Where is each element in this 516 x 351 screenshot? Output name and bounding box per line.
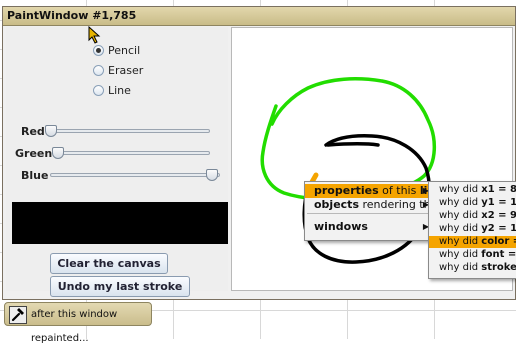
submenu-item-prefix: why did xyxy=(439,223,482,234)
menu-item-properties[interactable]: properties of this line ▶ xyxy=(305,184,443,198)
menu-item-keyword: objects xyxy=(314,198,359,211)
green-slider-label: Green xyxy=(15,147,53,160)
radio-indicator[interactable] xyxy=(93,64,104,76)
submenu-item-property: y1 = 185 xyxy=(481,197,516,208)
submenu-item-selected[interactable]: why did color = b xyxy=(429,236,516,248)
menu-item-text: of this xyxy=(378,184,420,197)
radio-indicator[interactable] xyxy=(93,84,104,96)
submenu-item[interactable]: why did y2 = 169 xyxy=(429,223,516,235)
menu-item-keyword: windows xyxy=(314,220,368,233)
submenu-item[interactable]: why did x1 = 88? xyxy=(429,184,516,196)
submenu-item-property: stroke = xyxy=(481,262,516,273)
undo-stroke-button[interactable]: Undo my last stroke xyxy=(50,276,190,297)
blue-slider-label: Blue xyxy=(21,169,49,182)
hammer-icon-glyph xyxy=(11,308,24,322)
repaint-chip-label: after this window repainted... xyxy=(31,309,118,344)
black-stroke xyxy=(326,142,380,147)
green-slider-track[interactable] xyxy=(53,151,210,155)
controls-panel: Pencil Eraser Line Red Green Blue Clear … xyxy=(6,27,228,297)
repaint-chip[interactable]: after this window repainted... xyxy=(4,302,152,344)
submenu-item-prefix: why did xyxy=(439,262,482,273)
radio-label: Eraser xyxy=(108,63,144,77)
submenu-item-prefix: why did xyxy=(439,197,482,208)
red-slider-thumb[interactable] xyxy=(45,125,57,137)
red-slider-label: Red xyxy=(21,125,45,138)
menu-item-keyword: properties xyxy=(314,184,379,197)
submenu-item[interactable]: why did font = Di xyxy=(429,249,516,261)
submenu-item-property: y2 = 169 xyxy=(481,223,516,234)
submenu-item[interactable]: why did x2 = 93? xyxy=(429,210,516,222)
submenu-item-property: x2 = 93? xyxy=(481,210,516,221)
window-title[interactable]: PaintWindow #1,785 xyxy=(3,7,515,26)
radio-label: Pencil xyxy=(108,43,141,57)
hammer-icon xyxy=(9,306,27,324)
why-submenu: why did x1 = 88? why did y1 = 185 why di… xyxy=(428,181,516,279)
submenu-item[interactable]: why did y1 = 185 xyxy=(429,197,516,209)
radio-line[interactable]: Line xyxy=(93,82,131,98)
submenu-item-prefix: why did xyxy=(439,236,482,247)
menu-separator xyxy=(307,213,431,214)
submenu-item[interactable]: why did stroke = xyxy=(429,262,516,274)
radio-eraser[interactable]: Eraser xyxy=(93,62,143,78)
radio-pencil[interactable]: Pencil xyxy=(93,42,140,58)
clear-canvas-button[interactable]: Clear the canvas xyxy=(50,253,168,274)
submenu-item-prefix: why did xyxy=(439,210,482,221)
cursor-arrow-icon xyxy=(88,26,101,44)
context-menu: properties of this line ▶ objects render… xyxy=(304,181,443,241)
color-swatch xyxy=(12,202,228,244)
blue-slider-thumb[interactable] xyxy=(206,169,218,181)
submenu-item-property: x1 = 88? xyxy=(481,184,516,195)
green-slider-thumb[interactable] xyxy=(52,147,64,159)
blue-slider-track[interactable] xyxy=(50,173,220,177)
radio-label: Line xyxy=(108,83,131,97)
submenu-item-property: font = Di xyxy=(481,249,516,260)
submenu-item-prefix: why did xyxy=(439,249,482,260)
menu-item-windows[interactable]: windows ▶ xyxy=(305,220,433,234)
menu-item-objects[interactable]: objects rendering this ▶ xyxy=(305,198,439,212)
radio-indicator[interactable] xyxy=(93,44,104,56)
submenu-item-property: color = b xyxy=(481,236,516,247)
submenu-item-prefix: why did xyxy=(439,184,482,195)
red-slider-track[interactable] xyxy=(46,129,210,133)
